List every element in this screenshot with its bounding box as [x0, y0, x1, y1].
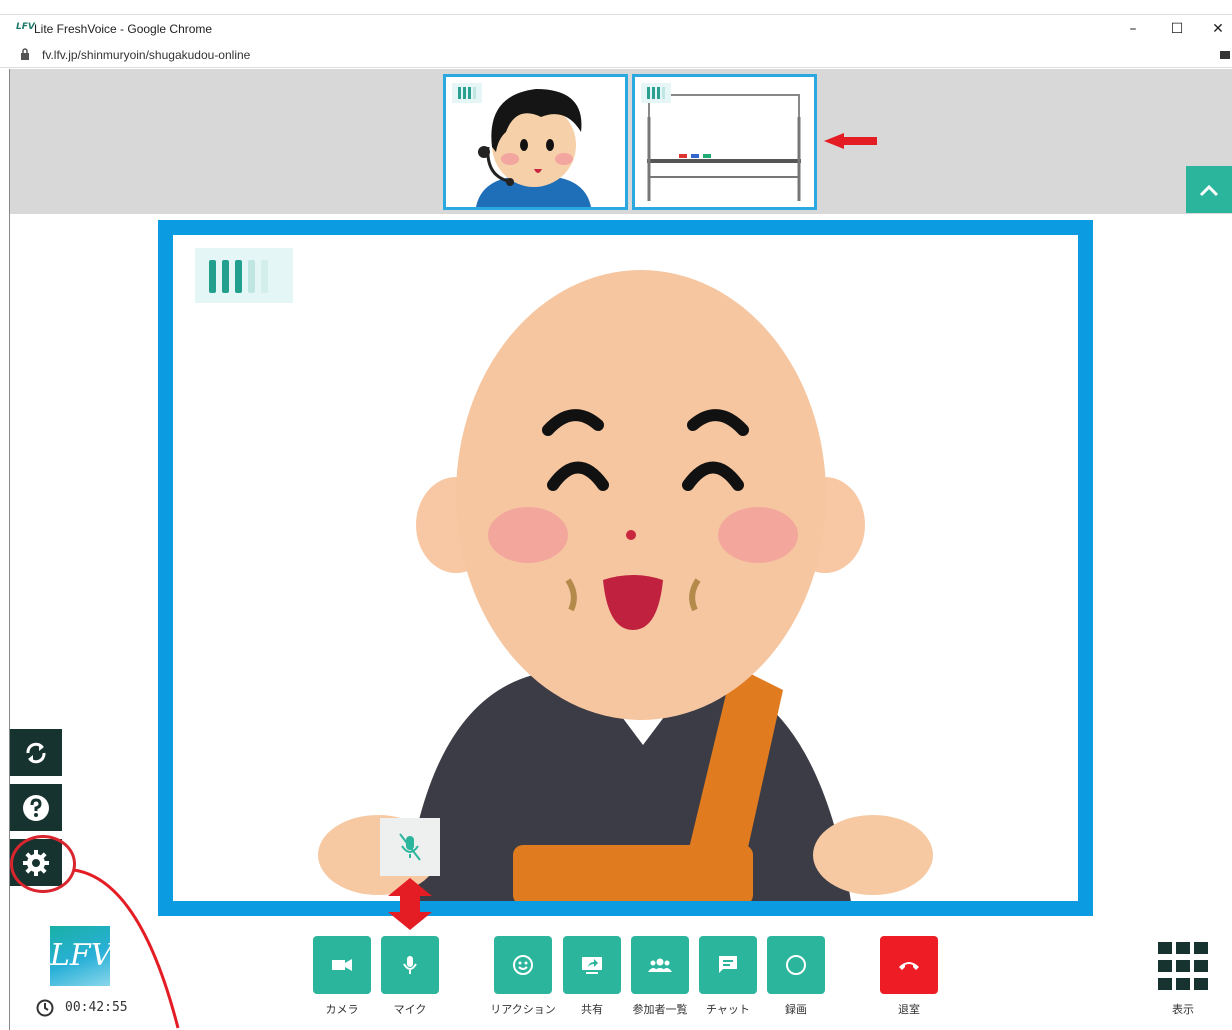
share-label: 共有	[581, 1003, 603, 1016]
main-speaker-video[interactable]	[158, 220, 1093, 916]
record-icon	[786, 955, 806, 975]
minimize-button[interactable]: –	[1120, 19, 1146, 39]
chevron-up-icon	[1199, 184, 1219, 197]
chat-icon	[719, 956, 737, 973]
mic-button[interactable]	[381, 936, 439, 994]
favicon-icon: LFV	[16, 22, 35, 32]
switch-button[interactable]	[10, 729, 62, 776]
close-button[interactable]: ✕	[1205, 19, 1231, 39]
record-label: 録画	[785, 1003, 807, 1016]
mic-muted-indicator	[380, 818, 440, 876]
session-timer: 00:42:55	[65, 1000, 128, 1015]
help-button[interactable]	[10, 784, 62, 831]
help-icon	[23, 795, 49, 821]
red-updown-arrow-annotation	[388, 878, 432, 930]
camera-indicator-icon[interactable]	[1220, 51, 1230, 59]
mic-off-icon	[399, 833, 421, 861]
address-bar[interactable]: fv.lfv.jp/shinmuryoin/shugakudou-online	[0, 42, 1232, 68]
smiley-icon	[513, 955, 533, 975]
url-text[interactable]: fv.lfv.jp/shinmuryoin/shugakudou-online	[42, 48, 250, 62]
collapse-strip-button[interactable]	[1186, 166, 1232, 213]
lfv-logo: LFV	[50, 926, 112, 986]
mic-icon	[403, 956, 417, 974]
share-button[interactable]	[563, 936, 621, 994]
audio-level-icon	[641, 83, 671, 103]
lock-icon	[21, 48, 29, 60]
participant-strip	[10, 69, 1232, 214]
chat-label: チャット	[706, 1003, 750, 1016]
screen-share-icon	[582, 957, 602, 974]
audio-level-icon	[452, 83, 482, 103]
red-arrow-annotation	[824, 133, 877, 149]
camera-button[interactable]	[313, 936, 371, 994]
video-camera-icon	[332, 959, 352, 971]
display-label: 表示	[1172, 1003, 1194, 1016]
leave-button[interactable]	[880, 936, 938, 994]
group-icon	[648, 958, 672, 972]
browser-titlebar: LFV Lite FreshVoice - Google Chrome – ☐ …	[0, 14, 1232, 42]
record-button[interactable]	[767, 936, 825, 994]
clock-icon	[36, 999, 54, 1017]
hang-up-icon	[899, 962, 919, 970]
sync-icon	[26, 742, 46, 764]
participant-thumbnail-whiteboard[interactable]	[632, 74, 817, 210]
display-layout-button[interactable]	[1156, 940, 1210, 994]
chat-button[interactable]	[699, 936, 757, 994]
participants-button[interactable]	[631, 936, 689, 994]
reaction-label: リアクション	[490, 1003, 556, 1016]
monk-avatar	[318, 270, 933, 901]
leave-label: 退室	[898, 1003, 920, 1016]
participant-thumbnail-headset[interactable]	[443, 74, 628, 210]
camera-label: カメラ	[325, 1003, 359, 1016]
window-title: Lite FreshVoice - Google Chrome	[34, 22, 213, 36]
maximize-button[interactable]: ☐	[1164, 19, 1190, 39]
mic-label: マイク	[393, 1003, 427, 1016]
participants-label: 参加者一覧	[632, 1003, 688, 1016]
reaction-button[interactable]	[494, 936, 552, 994]
audio-level-icon	[195, 248, 293, 303]
